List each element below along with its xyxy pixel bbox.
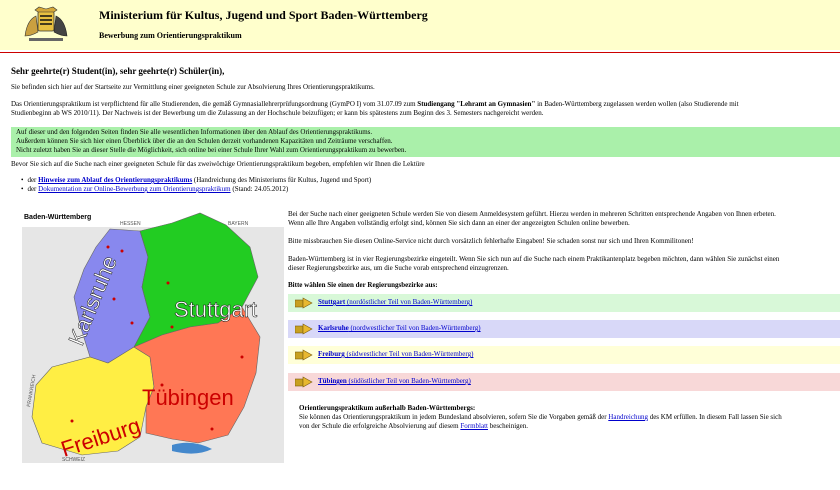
header-divider [0,52,840,53]
outside-text: bescheinigen. [487,422,529,430]
info-line: Außerdem können Sie sich hier einen Über… [16,137,393,145]
region-row-freiburg[interactable]: Freiburg (südwestlicher Teil von Baden-W… [288,346,840,364]
handreichung-link[interactable]: Handreichung [608,413,648,421]
link-suffix: (Stand: 24.05.2012) [230,185,289,193]
arrow-icon [295,349,313,361]
choose-region-heading: Bitte wählen Sie einen der Regierungsbez… [288,281,438,289]
requirement-text: Das Orientierungspraktikum ist verpflich… [11,100,418,108]
list-item: der Dokumentation zur Online-Bewerbung z… [21,185,288,193]
region-label: Karlsruhe (nordwestlicher Teil von Baden… [318,324,481,332]
outside-text: von der Schule die erfolgreiche Absolvie… [299,422,461,430]
coat-of-arms-logo [24,6,68,41]
link-suffix: (Handreichung des Ministeriums für Kultu… [192,176,372,184]
arrow-icon [295,297,313,309]
requirement-paragraph-line1: Das Orientierungspraktikum ist verpflich… [11,100,739,108]
info-box: Auf dieser und den folgenden Seiten find… [11,127,840,157]
region-link-freiburg[interactable]: Freiburg [318,350,345,358]
reading-recommendation: Bevor Sie sich auf die Suche nach einer … [11,160,425,168]
requirement-text-end: in Baden-Württemberg zugelassen werden w… [535,100,739,108]
info-line: Nicht zuletzt haben Sie an dieser Stelle… [16,146,407,154]
system-intro-line2: Wenn alle Ihre Angaben vollständig erfol… [288,219,630,227]
region-link-stuttgart[interactable]: Stuttgart [318,298,345,306]
region-label: Freiburg (südwestlicher Teil von Baden-W… [318,350,473,358]
guidelines-link[interactable]: Hinweise zum Ablauf des Orientierungspra… [38,176,192,184]
map-label-stuttgart: Stuttgart [174,297,257,322]
map-neighbor-label: BAYERN [228,221,249,227]
outside-bw-text-line2: von der Schule die erfolgreiche Absolvie… [299,422,528,430]
info-line: Auf dieser und den folgenden Seiten find… [16,128,373,136]
page-header: Ministerium für Kultus, Jugend und Sport… [0,0,840,50]
region-desc-freiburg[interactable]: (südwestlicher Teil von Baden-Württember… [345,350,473,358]
region-row-tuebingen[interactable]: Tübingen (südöstlicher Teil von Baden-Wü… [288,373,840,391]
system-intro-line1: Bei der Suche nach einer geeigneten Schu… [288,210,776,218]
region-desc-stuttgart[interactable]: (nordöstlicher Teil von Baden-Württember… [345,298,472,306]
region-label: Stuttgart (nordöstlicher Teil von Baden-… [318,298,472,306]
intro-paragraph: Sie befinden sich hier auf der Startseit… [11,83,375,91]
outside-bw-heading: Orientierungspraktikum außerhalb Baden-W… [299,404,476,412]
region-desc-karlsruhe[interactable]: (nordwestlicher Teil von Baden-Württembe… [349,324,480,332]
link-prefix: der [27,185,39,193]
ministry-title: Ministerium für Kultus, Jugend und Sport… [99,8,428,22]
region-link-karlsruhe[interactable]: Karlsruhe [318,324,349,332]
region-link-tuebingen[interactable]: Tübingen [318,377,347,385]
list-item: der Hinweise zum Ablauf des Orientierung… [21,176,371,184]
outside-text: Sie können das Orientierungspraktikum in… [299,413,609,421]
misuse-warning: Bitte missbrauchen Sie diesen Online-Ser… [288,237,694,245]
regions-explanation-line2: dieser Regierungsbezirke aus, um die Suc… [288,264,509,272]
outside-bw-text-line1: Sie können das Orientierungspraktikum in… [299,413,782,421]
arrow-icon [295,323,313,335]
arrow-icon [295,376,313,388]
region-row-stuttgart[interactable]: Stuttgart (nordöstlicher Teil von Baden-… [288,294,840,312]
region-label: Tübingen (südöstlicher Teil von Baden-Wü… [318,377,471,385]
region-map[interactable]: Baden-Württemberg HESSEN BAYERN FRANKREI… [22,207,284,463]
map-neighbor-label: HESSEN [120,221,141,227]
map-title: Baden-Württemberg [24,214,91,221]
link-prefix: der [27,176,39,184]
map-label-tuebingen: Tübingen [142,385,234,410]
greeting-heading: Sehr geehrte(r) Student(in), sehr geehrt… [11,66,225,76]
region-row-karlsruhe[interactable]: Karlsruhe (nordwestlicher Teil von Baden… [288,320,840,338]
form-link[interactable]: Formblatt [460,422,488,430]
page-subtitle: Bewerbung zum Orientierungspraktikum [99,31,242,40]
region-desc-tuebingen[interactable]: (südöstlicher Teil von Baden-Württemberg… [347,377,471,385]
outside-text: des KM erfüllen. In diesem Fall lassen S… [647,413,782,421]
documentation-link[interactable]: Dokumentation zur Online-Bewerbung zum O… [38,185,230,193]
regions-explanation-line1: Baden-Württemberg ist in vier Regierungs… [288,255,780,263]
requirement-degree: Studiengang "Lehramt an Gymnasien" [417,100,536,108]
requirement-paragraph-line2: Studienbeginn ab WS 2010/11). Der Nachwe… [11,109,544,117]
